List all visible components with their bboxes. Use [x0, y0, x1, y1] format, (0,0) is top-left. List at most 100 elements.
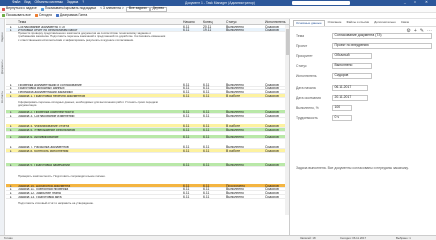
status-today: Сегодня: 06.11.2017 [340, 236, 367, 240]
column-header-executor[interactable]: Исполнитель [265, 20, 286, 24]
status-selected: Выбрано: 1 [396, 236, 411, 240]
search-input[interactable] [292, 1, 350, 5]
expand-icon[interactable]: ▸ [10, 94, 12, 97]
tab-description[interactable]: Описание [326, 20, 344, 26]
column-header-status[interactable]: Статус [226, 20, 237, 24]
field-input[interactable]: 20.11.2017 [332, 95, 368, 101]
minimize-button[interactable]: _ [404, 0, 406, 4]
menu-bar: Файл Вид Объекты системы Задача ? [0, 0, 84, 4]
cell-executor: Сидоров [265, 135, 279, 139]
table-row[interactable]: ▸ Задача 6. Архивирование 6.11 6.11 Выполнен… [6, 135, 289, 139]
table-row[interactable]: ▸ Задача 3. Согласование изменений 6.11 6.1… [6, 114, 289, 118]
cell-status: В работе [226, 94, 241, 98]
maximize-button[interactable]: □ [414, 0, 416, 4]
task-description: Подготовить итоговый отчёт и направить н… [18, 201, 94, 205]
show-all-button[interactable]: Показывать все [0, 13, 33, 18]
tab-extra[interactable]: Дополнительно [372, 20, 398, 26]
field-label: Статус [296, 63, 307, 68]
status-text: Готово [4, 236, 13, 240]
cell-title: Задача 13. Подготовка акта [18, 195, 62, 199]
detail-field: Проект Проект по внедрению [296, 43, 432, 49]
details-tabs: Основные данные Описание Файлы и ссылки … [290, 19, 436, 27]
grid-scrollbar[interactable] [285, 25, 289, 215]
tab-files[interactable]: Файлы и ссылки [344, 20, 371, 26]
table-row[interactable]: ▸ Задача 8. Контроль исполнения 6.11 6.11 В … [6, 149, 289, 153]
cell-title: Задача 1. Подготовка перечня документов [18, 94, 86, 98]
table-row[interactable]: ▸ Задача 1. Подготовка перечня документов… [6, 94, 289, 98]
cell-start: 6.11 [183, 94, 190, 98]
left-tab-contacts[interactable]: Контакты [0, 83, 5, 111]
view-select[interactable]: Дерево [149, 6, 168, 12]
field-input[interactable]: 0 ч [332, 115, 352, 121]
field-input[interactable]: Согласование документа (ТЗ) [332, 33, 432, 39]
column-header-start[interactable]: Начало [183, 20, 195, 24]
cell-end: 6.11 [203, 128, 210, 132]
back-icon [2, 7, 5, 11]
menu-help[interactable]: ? [82, 0, 84, 4]
cell-executor: Сидоров [265, 163, 279, 167]
cell-end: 6.11 [203, 149, 210, 153]
field-input[interactable]: 06.11.2017 [332, 85, 368, 91]
left-tab-tasks[interactable]: Задачи [0, 23, 5, 51]
cell-executor: Сидоров [265, 28, 279, 32]
status-records: Записей: 18 [300, 236, 316, 240]
cell-end: 6.11 [203, 163, 210, 167]
menu-view[interactable]: Вид [24, 0, 30, 4]
cell-start: 6.11 [183, 128, 190, 132]
detail-field: Выполнено, % 100 [296, 105, 432, 111]
menu-objects[interactable]: Объекты системы [34, 0, 62, 4]
table-row[interactable]: ▸ Задача 9. Подготовка замечаний 6.11 6.11 В… [6, 163, 289, 167]
menu-task[interactable]: Задача [67, 0, 78, 4]
column-header-title[interactable]: Тема [18, 20, 26, 24]
cell-executor: Сидоров [265, 94, 279, 98]
gantt-button[interactable]: Диаграмма Ганта [54, 13, 89, 18]
field-input[interactable]: Обычный [332, 53, 372, 59]
expand-icon[interactable]: ▸ [10, 163, 12, 166]
expand-icon[interactable]: ▸ [10, 135, 12, 138]
field-input[interactable]: Сидоров [332, 73, 372, 79]
cell-start: 6.11 [183, 149, 190, 153]
expand-icon[interactable]: ▸ [10, 28, 12, 31]
cell-title: Задача 5. Утверждение результатов [18, 128, 75, 132]
cell-status: Выполнено [226, 114, 244, 118]
cell-start: 6.11 [183, 163, 190, 167]
cell-executor: Сидоров [265, 149, 279, 153]
filter-select[interactable]: Все задачи [125, 6, 150, 12]
today-button[interactable]: Сегодня [33, 13, 54, 18]
column-header-end[interactable]: Конец [203, 20, 213, 24]
table-row[interactable]: ▸ Задача 13. Подготовка акта 6.11 6.11 Выпол… [6, 195, 289, 199]
left-tab-documents[interactable]: Документы [0, 53, 5, 81]
scrollbar-thumb[interactable] [285, 29, 289, 55]
gantt-icon [55, 14, 59, 17]
cell-status: Выполнено [226, 195, 244, 199]
tab-links[interactable]: Связи [399, 20, 411, 26]
close-button[interactable]: ✕ [425, 0, 428, 4]
calendar-icon [34, 14, 38, 17]
cell-executor: Сидоров [265, 195, 279, 199]
field-input[interactable]: 100 [332, 105, 352, 111]
window-title: Документ 1 - Task Manager (Администратор… [185, 0, 255, 5]
task-description: Провести проверку представленного компле… [18, 31, 166, 42]
table-row[interactable]: ▸ Задача 5. Утверждение результатов 6.11 6.… [6, 128, 289, 132]
cell-status: Выполнено [226, 135, 244, 139]
expand-icon[interactable]: ▸ [10, 114, 12, 117]
detail-field: Статус Выполнено [296, 63, 432, 69]
field-label: Тема [296, 33, 304, 38]
toggle-subtasks-button[interactable]: Показывать/скрывать подзадачи [39, 6, 98, 12]
cell-end: 6.11 [203, 94, 210, 98]
tab-main[interactable]: Основные данные [293, 19, 325, 26]
items-nav[interactable]: < 3 элемента > [98, 7, 126, 12]
expand-icon[interactable]: ▸ [10, 149, 12, 152]
detail-field: Дата начала 06.11.2017 [296, 85, 432, 91]
menu-file[interactable]: Файл [12, 0, 20, 4]
status-bar: Готово Записей: 18 Сегодня: 06.11.2017 В… [0, 235, 436, 240]
cell-start: 6.11 [183, 195, 190, 199]
task-note: Задача выполнена. Все документы согласов… [296, 166, 409, 170]
expand-icon[interactable]: ▸ [10, 128, 12, 131]
field-label: Дата начала [296, 85, 316, 90]
back-to-task-button[interactable]: Вернуться к задаче [0, 6, 39, 12]
field-input[interactable]: Проект по внедрению [332, 43, 432, 49]
field-label: Приоритет [296, 53, 313, 58]
field-input[interactable]: Выполнено [332, 63, 372, 69]
expand-icon[interactable]: ▸ [10, 195, 12, 198]
